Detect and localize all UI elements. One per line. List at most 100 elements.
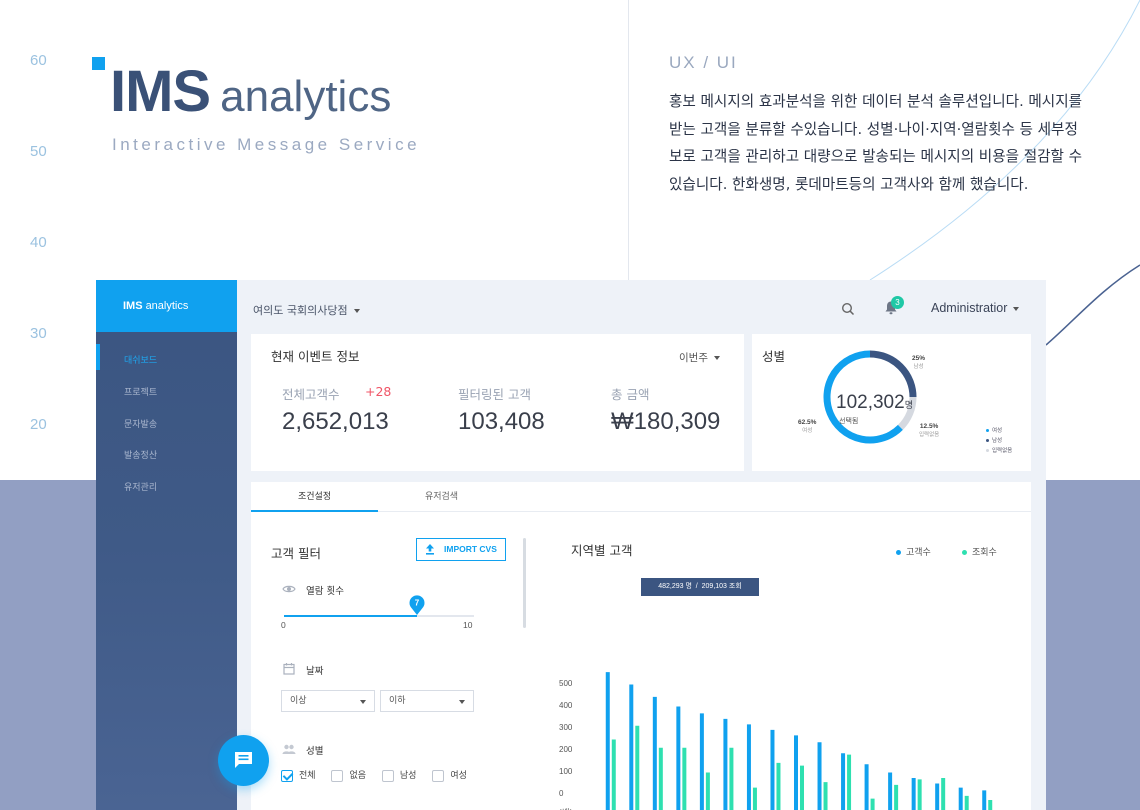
bar-customers[interactable] [794,735,798,810]
bar-views[interactable] [988,800,993,810]
bar-views[interactable] [847,754,852,810]
bar-customers[interactable] [699,713,704,810]
checkbox[interactable] [381,769,394,782]
bar-customers[interactable] [982,790,987,810]
bar-views[interactable] [705,772,710,810]
dot-icon [986,449,989,452]
bar-views[interactable] [870,798,875,810]
sidebar-item-project[interactable]: 프로젝트 [124,385,157,398]
store-name: 여의도 국회의사당점 [253,304,348,317]
tab-bar: 조건설정 유저검색 [251,482,1031,512]
stat-label: 총 금액 [611,387,650,402]
hero-logo-bold: IMS [110,59,211,124]
ruler-label: 20 [30,416,47,433]
gender-option-all[interactable]: 전체 [281,768,316,782]
section-label: UX / UI [669,53,738,72]
sidebar-item-billing[interactable]: 발송정산 [124,448,157,461]
legend-item-views[interactable]: 조회수 [962,545,997,558]
bar-customers[interactable] [629,684,634,810]
chevron-down-icon [360,700,366,704]
logo-square [92,57,105,70]
gender-option-male[interactable]: 남성 [381,768,416,782]
gender-filter-label: 성별 [306,746,324,757]
dot-icon [896,550,901,555]
hero-logo-light: analytics [220,72,392,121]
gender-option-female[interactable]: 여성 [432,768,467,782]
sidebar-item-users[interactable]: 유저관리 [124,480,157,493]
tab-user-search[interactable]: 유저검색 [378,482,505,512]
stat-label: 전체고객수 [282,387,340,402]
views-slider[interactable] [284,615,474,617]
bar-customers[interactable] [958,787,963,810]
bar-customers[interactable] [911,778,916,810]
user-menu[interactable]: Administratior [931,301,1020,315]
bar-customers[interactable] [770,729,775,810]
bar-views[interactable] [894,784,899,810]
date-to-select[interactable]: 이하 [380,690,474,712]
bar-customers[interactable] [676,706,681,810]
bar-views[interactable] [729,747,734,810]
store-selector[interactable]: 여의도 국회의사당점 [253,302,360,318]
legend-item-customers[interactable]: 고객수 [896,545,931,558]
hero-subtitle: Interactive Message Service [112,135,421,154]
user-name: Administratior [931,301,1008,315]
bar-customers[interactable] [841,753,846,810]
bar-customers[interactable] [652,696,657,810]
dot-icon [986,439,989,442]
search-icon[interactable] [841,302,855,316]
bar-views[interactable] [658,747,663,810]
bar-views[interactable] [682,747,687,810]
bar-customers[interactable] [605,672,610,810]
chevron-down-icon [1013,306,1020,311]
chart-tooltip: 482,293 명 / 209,103 조회 [641,578,759,596]
import-csv-button[interactable]: IMPORT CVS [416,538,506,561]
chart-title: 지역별 고객 [571,543,633,558]
bar-customers[interactable] [888,772,893,810]
checkbox[interactable] [432,769,445,782]
bar-customers[interactable] [723,718,728,810]
period-label: 이번주 [679,352,708,364]
checkbox[interactable] [331,769,344,782]
views-label: 열람 횟수 [306,586,344,597]
bar-views[interactable] [800,765,804,810]
legend-item: 입력없음 [986,446,1012,456]
bar-customers[interactable] [935,783,940,810]
bar-views[interactable] [941,778,946,810]
period-selector[interactable]: 이번주 [679,350,720,365]
bar-views[interactable] [917,779,922,810]
bar-customers[interactable] [746,724,751,810]
legend-label: 고객수 [906,548,931,558]
sidebar-logo[interactable]: IMS analytics [96,280,237,332]
bar-views[interactable] [611,739,616,810]
event-info-card: 현재 이벤트 정보 이번주 전체고객수 +28 2,652,013 필터링된 고… [251,334,744,471]
description-line: 보로 고객을 관리하고 대량으로 발송되는 메시지의 비용을 절감할 수 [669,148,1083,165]
slider-handle[interactable]: 7 [409,595,425,615]
description-line: 홍보 메시지의 효과분석을 위한 데이터 분석 솔루션입니다. 메시지를 [669,93,1083,110]
chat-button[interactable] [218,735,269,786]
sidebar-item-message-send[interactable]: 문자발송 [124,417,157,430]
sidebar-logo-bold: IMS [123,300,143,312]
gender-option-none[interactable]: 없음 [331,768,366,782]
bar-views[interactable] [635,725,640,810]
sidebar-item-dashboard[interactable]: 대쉬보드 [124,353,157,366]
bar-views[interactable] [776,762,781,810]
bar-views[interactable] [823,782,828,810]
filter-scrollbar[interactable] [523,538,526,628]
segment-name: 남성 [913,364,924,370]
slider-min: 0 [281,620,286,630]
bar-customers[interactable] [817,742,822,810]
legend-item: 남성 [986,436,1012,446]
segment-label-female: 62.5% 여성 [798,419,816,435]
bar-views[interactable] [752,787,757,810]
bar-views[interactable] [964,795,969,810]
hero-description: 홍보 메시지의 효과분석을 위한 데이터 분석 솔루션입니다. 메시지를 받는 … [669,88,1099,198]
tab-conditions[interactable]: 조건설정 [251,482,378,512]
donut-center-value: 102,302명 [836,392,913,414]
import-label: IMPORT CVS [444,544,497,554]
chevron-down-icon [713,356,720,360]
chevron-down-icon [353,309,360,313]
bar-customers[interactable] [864,764,869,810]
date-from-select[interactable]: 이상 [281,690,375,712]
stat-value: 2,652,013 [282,408,389,435]
checkbox[interactable] [281,769,293,782]
